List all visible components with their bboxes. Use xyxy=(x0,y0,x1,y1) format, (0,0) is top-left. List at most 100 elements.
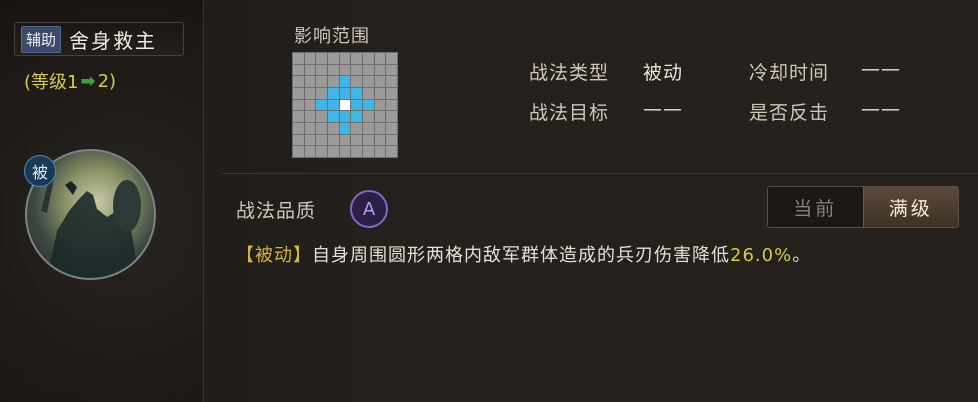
range-cell xyxy=(363,76,374,87)
range-cell xyxy=(386,146,397,157)
description-tag: 【被动】 xyxy=(236,245,312,266)
range-cell xyxy=(386,87,397,99)
range-cell xyxy=(363,99,374,111)
range-cell xyxy=(363,64,374,76)
range-cell xyxy=(316,111,327,122)
range-cell xyxy=(304,134,316,146)
level-prefix: (等级1 xyxy=(24,72,79,93)
range-cell xyxy=(386,99,397,111)
range-cell xyxy=(386,53,397,64)
level-progress: (等级1 ➡ 2) xyxy=(24,68,116,94)
range-cell xyxy=(304,64,316,76)
range-cell xyxy=(386,122,397,134)
counter-label: 是否反击 xyxy=(749,102,830,124)
range-cell xyxy=(363,87,374,99)
range-cell xyxy=(351,111,362,122)
quality-grade-badge: A xyxy=(350,190,388,228)
range-cell xyxy=(339,64,351,76)
range-cell xyxy=(351,53,362,64)
range-cell xyxy=(293,87,304,99)
level-toggle: 当前 满级 xyxy=(767,186,959,228)
range-cell xyxy=(316,64,327,76)
range-cell xyxy=(374,146,386,157)
range-cell xyxy=(351,146,362,157)
range-cell xyxy=(293,122,304,134)
range-cell xyxy=(339,53,351,64)
range-cell xyxy=(339,122,351,134)
target-value: —— xyxy=(643,98,683,120)
role-tag: 辅助 xyxy=(21,25,62,53)
range-cell xyxy=(328,122,339,134)
range-cell xyxy=(328,64,339,76)
range-cell xyxy=(351,76,362,87)
range-cell xyxy=(351,122,362,134)
range-cell xyxy=(374,53,386,64)
range-cell xyxy=(316,146,327,157)
range-cell xyxy=(374,122,386,134)
range-cell xyxy=(386,111,397,122)
description-text: 自身周围圆形两格内敌军群体造成的兵刃伤害降低 xyxy=(312,245,730,266)
range-cell xyxy=(351,99,362,111)
current-level-tab[interactable]: 当前 xyxy=(768,187,863,227)
range-cell xyxy=(328,87,339,99)
range-cell xyxy=(293,134,304,146)
range-cell xyxy=(316,87,327,99)
range-cell xyxy=(339,146,351,157)
range-cell xyxy=(339,76,351,87)
range-cell xyxy=(351,87,362,99)
range-cell xyxy=(339,111,351,122)
range-cell xyxy=(293,53,304,64)
range-cell xyxy=(304,122,316,134)
range-cell xyxy=(316,122,327,134)
arrow-right-icon: ➡ xyxy=(80,70,96,92)
range-grid xyxy=(292,52,398,158)
range-cell xyxy=(293,111,304,122)
skill-description: 【被动】自身周围圆形两格内敌军群体造成的兵刃伤害降低26.0%。 xyxy=(236,241,811,267)
skill-sidebar: 辅助 舍身救主 (等级1 ➡ 2) 被 xyxy=(0,0,204,402)
range-cell xyxy=(363,111,374,122)
range-cell xyxy=(293,76,304,87)
range-cell xyxy=(328,99,339,111)
range-cell xyxy=(293,99,304,111)
target-label: 战法目标 xyxy=(529,102,610,124)
max-level-tab[interactable]: 满级 xyxy=(862,187,958,227)
range-cell xyxy=(363,53,374,64)
range-cell xyxy=(304,53,316,64)
range-cell xyxy=(328,134,339,146)
range-cell xyxy=(328,53,339,64)
range-cell xyxy=(374,64,386,76)
range-cell xyxy=(304,99,316,111)
range-cell xyxy=(293,146,304,157)
description-end: 。 xyxy=(792,245,812,266)
cooldown-label: 冷却时间 xyxy=(749,62,830,84)
type-label: 战法类型 xyxy=(529,62,610,84)
range-cell xyxy=(363,134,374,146)
range-cell xyxy=(304,87,316,99)
description-value: 26.0% xyxy=(730,245,793,266)
range-cell xyxy=(386,64,397,76)
range-cell xyxy=(328,146,339,157)
range-cell xyxy=(339,99,351,111)
range-label: 影响范围 xyxy=(294,26,370,47)
range-cell xyxy=(339,134,351,146)
section-divider xyxy=(222,173,978,174)
range-cell xyxy=(328,111,339,122)
type-value: 被动 xyxy=(643,62,684,84)
range-cell xyxy=(363,146,374,157)
range-cell xyxy=(374,111,386,122)
range-cell xyxy=(374,99,386,111)
range-cell xyxy=(304,111,316,122)
skill-name: 舍身救主 xyxy=(69,28,158,53)
counter-value: —— xyxy=(861,98,901,120)
cooldown-value: —— xyxy=(861,58,901,80)
passive-badge: 被 xyxy=(24,155,56,187)
range-cell xyxy=(374,134,386,146)
range-cell xyxy=(316,53,327,64)
range-cell xyxy=(339,87,351,99)
range-cell xyxy=(316,76,327,87)
range-cell xyxy=(351,134,362,146)
range-cell xyxy=(363,122,374,134)
range-cell xyxy=(304,146,316,157)
range-cell xyxy=(316,99,327,111)
range-cell xyxy=(328,76,339,87)
